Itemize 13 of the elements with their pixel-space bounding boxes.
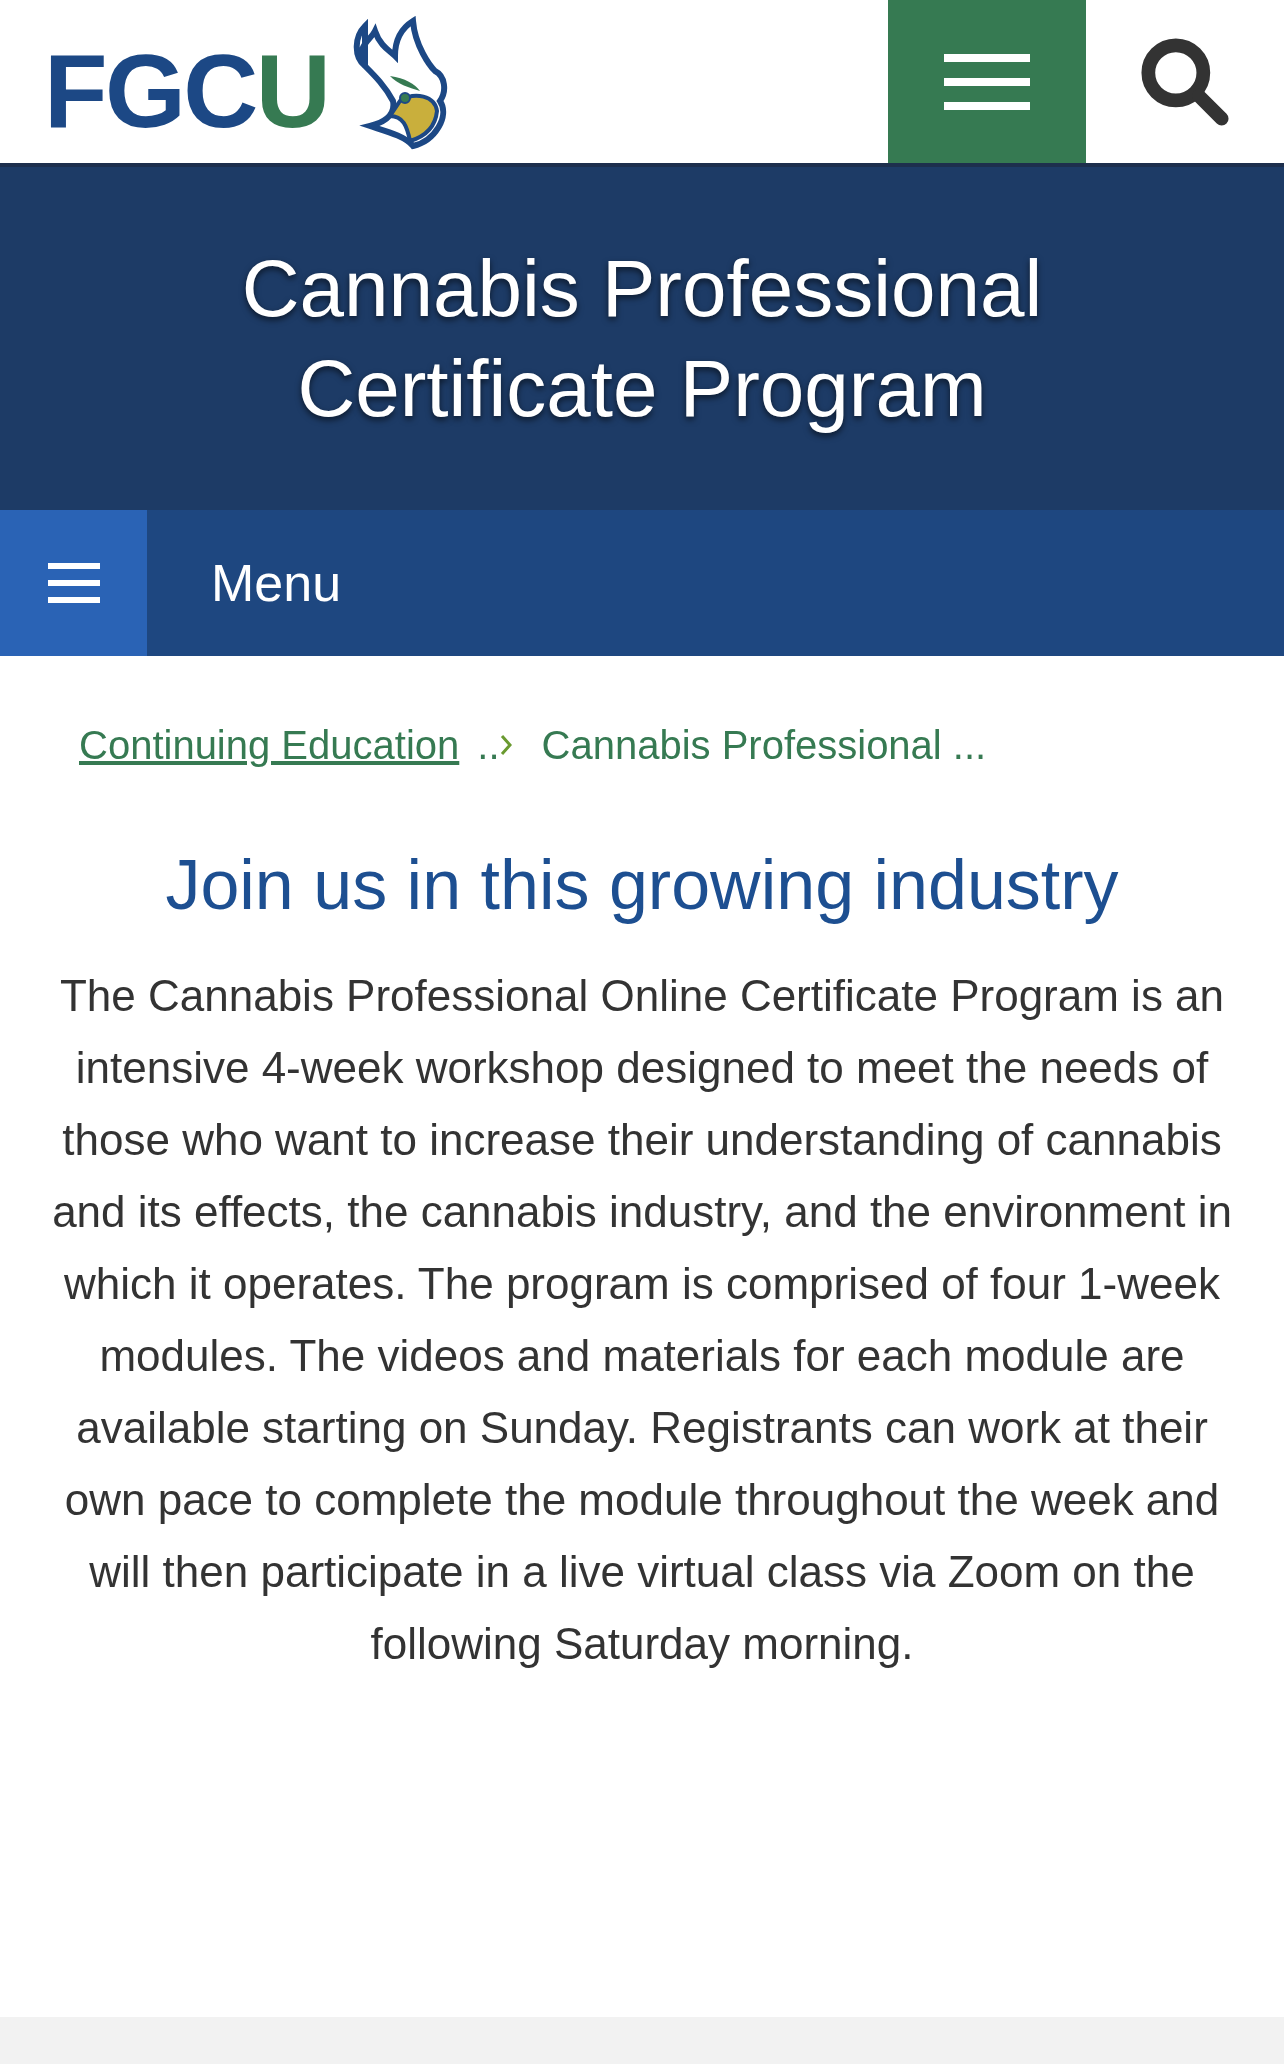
page-title: Cannabis Professional Certificate Program <box>240 242 1044 435</box>
intro-paragraph: The Cannabis Professional Online Certificate Program is an intensive 4-week workshop designed to meet the needs of those who want to increase their understanding of cannabis and its effects, the cannabis industry, and the environment in which it operates. The program is comprised of four 1-week modules. The videos and materials for each module are available starting on Sunday. Registrants can work at their own pace to complete the module throughout the week and will then participate in a live virtual class via Zoom on the following Saturday morning. <box>51 970 1233 1670</box>
section-heading: Join us in this growing industry <box>165 845 1119 926</box>
breadcrumb-current: Cannabis Professional ... <box>541 722 987 769</box>
breadcrumb-link[interactable]: Continuing Education <box>79 715 460 775</box>
menu-label[interactable]: Menu <box>211 544 342 622</box>
breadcrumb-separator: .. <box>477 722 500 769</box>
chevron-icon <box>499 734 512 756</box>
menu-toggle[interactable] <box>0 510 147 656</box>
logo-letters: FGC <box>44 39 256 143</box>
menu-button[interactable] <box>888 0 1086 163</box>
fgcu-logo[interactable]: FGCU <box>0 0 888 163</box>
logo-letter: U <box>255 39 331 143</box>
